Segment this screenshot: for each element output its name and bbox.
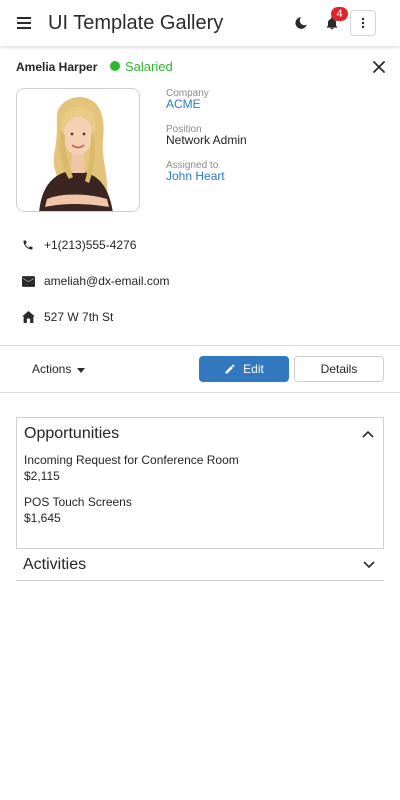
hamburger-icon	[17, 17, 31, 29]
email-icon	[20, 273, 36, 289]
vertical-ellipsis-icon	[361, 17, 365, 29]
phone-row[interactable]: +1(213)555-4276	[20, 236, 136, 254]
pencil-icon	[224, 363, 236, 375]
edit-button[interactable]: Edit	[199, 356, 289, 382]
menu-button[interactable]	[14, 14, 34, 32]
opportunity-amount: $2,115	[24, 469, 60, 483]
actions-label: Actions	[32, 362, 72, 376]
status-label: Salaried	[125, 59, 173, 74]
status-indicator-dot	[110, 61, 120, 71]
close-icon	[373, 61, 385, 73]
opportunity-name[interactable]: Incoming Request for Conference Room	[24, 453, 239, 467]
app-header: UI Template Gallery 4	[0, 0, 400, 46]
actions-dropdown-button[interactable]: Actions	[24, 358, 93, 380]
company-link[interactable]: ACME	[166, 97, 201, 111]
section-divider	[0, 345, 400, 346]
opportunities-title[interactable]: Opportunities	[24, 425, 119, 443]
more-options-button[interactable]	[350, 10, 376, 36]
email-address: ameliah@dx-email.com	[44, 274, 170, 288]
app-title: UI Template Gallery	[48, 12, 224, 34]
opportunity-amount: $1,645	[24, 511, 61, 525]
opportunity-name[interactable]: POS Touch Screens	[24, 495, 132, 509]
close-button[interactable]	[370, 59, 388, 75]
address-row[interactable]: 527 W 7th St	[20, 308, 113, 326]
chevron-down-icon[interactable]	[362, 558, 376, 572]
toolbar-divider	[0, 392, 400, 393]
assigned-to-link[interactable]: John Heart	[166, 169, 225, 183]
edit-label: Edit	[243, 362, 264, 376]
position-value: Network Admin	[166, 133, 247, 147]
email-row[interactable]: ameliah@dx-email.com	[20, 272, 170, 290]
phone-icon	[20, 237, 36, 253]
home-icon	[20, 309, 36, 325]
chevron-up-icon[interactable]	[361, 427, 375, 441]
moon-icon	[295, 17, 307, 29]
contact-photo	[16, 88, 140, 212]
theme-toggle-button[interactable]	[290, 12, 312, 34]
details-button[interactable]: Details	[294, 356, 384, 382]
notification-count-badge: 4	[331, 7, 348, 21]
phone-number: +1(213)555-4276	[44, 238, 137, 252]
caret-down-icon	[77, 362, 86, 376]
opportunities-panel: Opportunities Incoming Request for Confe…	[16, 417, 384, 549]
street-address: 527 W 7th St	[44, 310, 114, 324]
contact-name: Amelia Harper	[16, 60, 98, 74]
activities-title[interactable]: Activities	[23, 556, 86, 574]
activities-panel[interactable]: Activities	[16, 550, 384, 581]
woman-portrait-photo	[17, 89, 139, 211]
